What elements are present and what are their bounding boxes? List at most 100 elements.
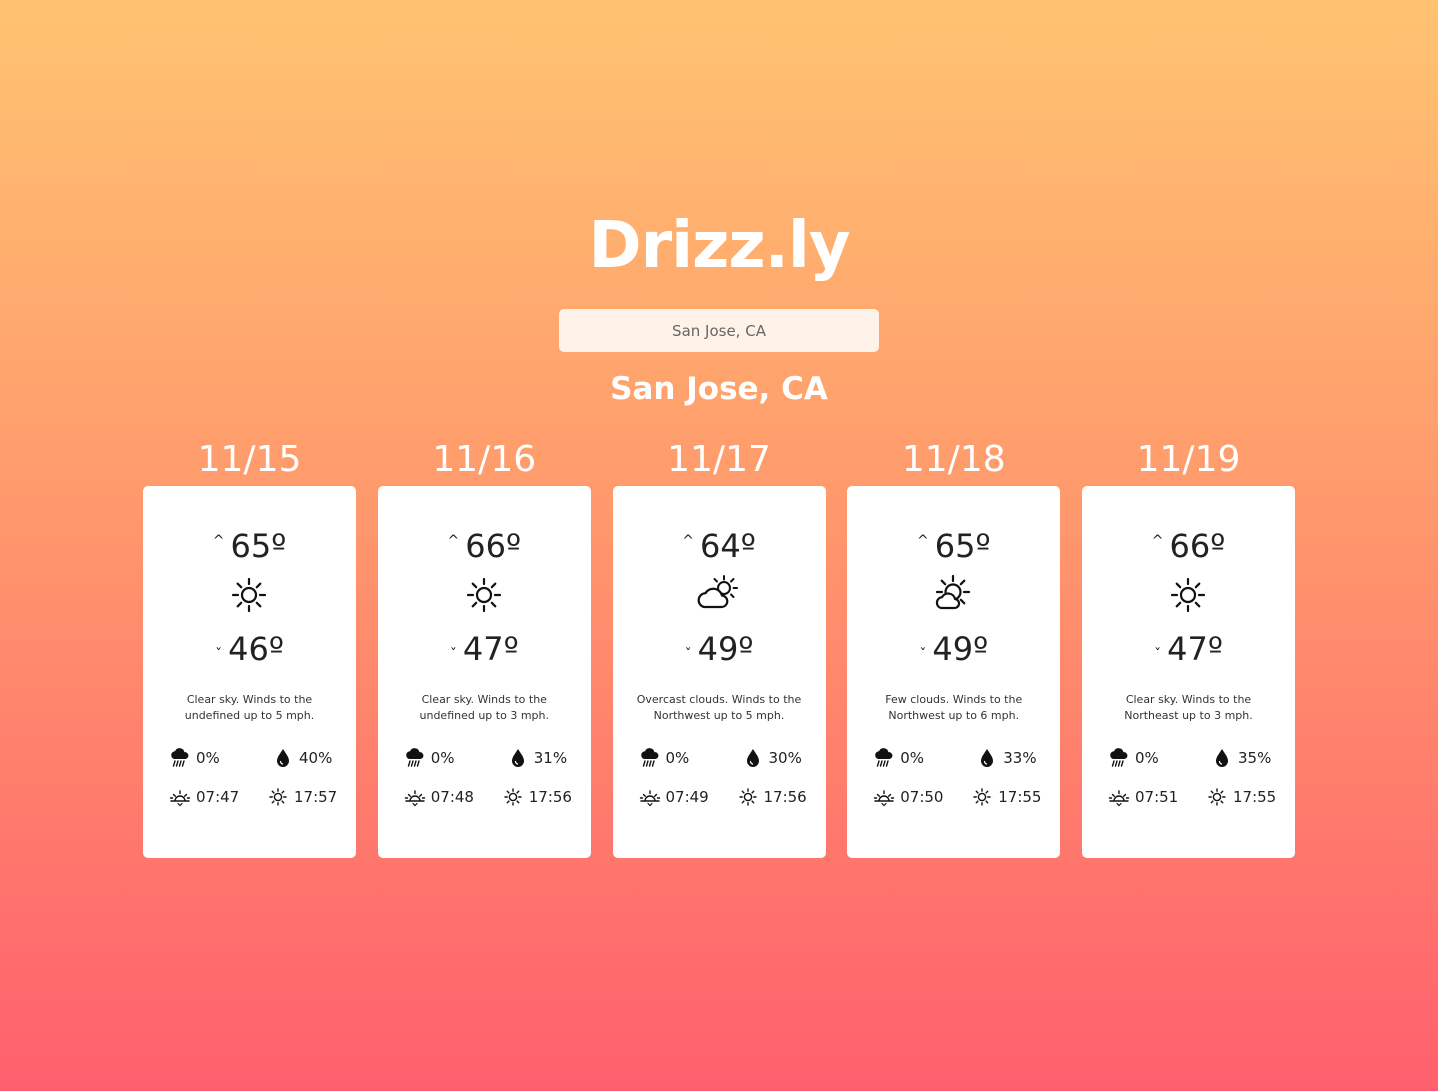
high-temp: 66º	[465, 527, 522, 565]
weather-description: Clear sky. Winds to the undefined up to …	[419, 693, 550, 722]
location-search-input[interactable]	[559, 309, 879, 352]
forecast-card: ^ 65º ˇ 46º Clear sky. Winds to the unde…	[143, 486, 356, 858]
humidity-value: 33%	[1003, 749, 1037, 767]
sunrise-time: 07:48	[430, 788, 474, 806]
rain-cloud-icon	[639, 747, 661, 769]
sunrise-icon	[404, 786, 426, 808]
forecast-card: ^ 66º ˇ 47º Clear sky. Winds to the unde…	[377, 486, 591, 858]
caret-up-icon: ^	[682, 533, 694, 549]
caret-up-icon: ^	[212, 533, 225, 549]
sunrise-stat: 07:48	[404, 786, 474, 808]
sunset-stat: 17:57	[267, 786, 337, 808]
water-drop-icon	[507, 747, 529, 769]
cloudy-sun-icon	[695, 574, 738, 614]
low-temp: 49º	[932, 630, 989, 668]
caret-up-icon: ^	[1151, 533, 1164, 549]
high-temp: 65º	[934, 527, 991, 565]
precipitation-stat: 0%	[639, 747, 690, 769]
caret-down-icon: ˇ	[919, 647, 927, 663]
sunrise-icon	[169, 786, 191, 808]
sun-icon	[1168, 575, 1208, 615]
sun-icon	[229, 575, 269, 615]
caret-down-icon: ˇ	[1154, 647, 1162, 663]
caret-down-icon: ˇ	[215, 647, 223, 663]
weather-description: Clear sky. Winds to the Northeast up to …	[1124, 693, 1253, 722]
high-temp-row: ^ 66º	[378, 526, 591, 566]
precipitation-value: 0%	[430, 749, 455, 767]
caret-up-icon: ^	[447, 533, 460, 549]
rain-cloud-icon	[873, 747, 895, 769]
water-drop-icon	[1211, 747, 1233, 769]
forecast-day: 11/18 ^ 65º ˇ 49º Few clouds. Winds to t…	[847, 438, 1061, 858]
partly-cloudy-icon	[931, 574, 971, 614]
humidity-value: 30%	[768, 749, 802, 767]
precipitation-value: 0%	[196, 749, 220, 767]
rain-cloud-icon	[169, 747, 191, 769]
humidity-stat: 30%	[742, 747, 802, 769]
sunrise-icon	[639, 786, 661, 808]
water-drop-icon	[272, 747, 294, 769]
humidity-value: 40%	[299, 749, 333, 767]
caret-down-icon: ˇ	[684, 647, 692, 663]
high-temp-row: ^ 64º	[613, 526, 826, 566]
sunrise-time: 07:50	[900, 788, 944, 806]
high-temp-row: ^ 65º	[847, 526, 1060, 566]
forecast-list: 11/15 ^ 65º ˇ 46º Clear sky. Winds to th…	[143, 438, 1295, 858]
weather-description: Few clouds. Winds to the Northwest up to…	[885, 693, 1023, 722]
sunrise-time: 07:47	[196, 788, 240, 806]
low-temp: 49º	[697, 630, 754, 668]
sun-icon	[464, 575, 504, 615]
low-temp-row: ˇ 46º	[143, 629, 356, 669]
forecast-card: ^ 66º ˇ 47º Clear sky. Winds to the Nort…	[1082, 486, 1295, 858]
sunset-time: 17:55	[1233, 788, 1277, 806]
humidity-stat: 33%	[976, 747, 1037, 769]
forecast-card: ^ 65º ˇ 49º Few clouds. Winds to the Nor…	[847, 486, 1061, 858]
forecast-date: 11/16	[432, 439, 537, 480]
precipitation-value: 0%	[1135, 749, 1159, 767]
rain-cloud-icon	[1108, 747, 1130, 769]
precipitation-stat: 0%	[169, 747, 220, 769]
humidity-stat: 35%	[1211, 747, 1271, 769]
humidity-stat: 31%	[507, 747, 567, 769]
app-title: Drizz.ly	[588, 209, 850, 283]
sunset-stat: 17:56	[737, 786, 807, 808]
forecast-date: 11/15	[197, 439, 302, 480]
low-temp-row: ˇ 47º	[1082, 629, 1295, 669]
low-temp-row: ˇ 49º	[613, 629, 826, 669]
sunset-time: 17:57	[294, 788, 338, 806]
forecast-day: 11/16 ^ 66º ˇ 47º Clear sky. Winds to th…	[377, 438, 591, 858]
sunset-icon	[971, 786, 993, 808]
sunset-stat: 17:55	[971, 786, 1041, 808]
humidity-value: 35%	[1238, 749, 1272, 767]
sunrise-icon	[873, 786, 895, 808]
sunrise-time: 07:51	[1135, 788, 1179, 806]
low-temp-row: ˇ 47º	[378, 629, 591, 669]
precipitation-value: 0%	[665, 749, 690, 767]
precipitation-stat: 0%	[404, 747, 455, 769]
caret-up-icon: ^	[916, 533, 929, 549]
sunset-time: 17:55	[998, 788, 1042, 806]
search-bar	[559, 309, 879, 352]
high-temp: 65º	[230, 527, 287, 565]
caret-down-icon: ˇ	[449, 647, 457, 663]
sunset-icon	[737, 786, 759, 808]
precipitation-value: 0%	[900, 749, 925, 767]
humidity-stat: 40%	[272, 747, 332, 769]
forecast-day: 11/15 ^ 65º ˇ 46º Clear sky. Winds to th…	[143, 438, 356, 858]
high-temp: 66º	[1169, 527, 1226, 565]
humidity-value: 31%	[533, 749, 568, 767]
weather-description: Overcast clouds. Winds to the Northwest …	[636, 693, 802, 722]
forecast-card: ^ 64º ˇ 49º Overcast clouds. Winds to th…	[612, 486, 826, 858]
forecast-date: 11/19	[1136, 439, 1241, 480]
sunrise-stat: 07:50	[873, 786, 943, 808]
location-heading: San Jose, CA	[610, 371, 828, 407]
high-temp-row: ^ 65º	[143, 526, 356, 566]
precipitation-stat: 0%	[873, 747, 924, 769]
sunrise-icon	[1108, 786, 1130, 808]
rain-cloud-icon	[404, 747, 426, 769]
forecast-day: 11/19 ^ 66º ˇ 47º Clear sky. Winds to th…	[1082, 438, 1295, 858]
sunrise-time: 07:49	[665, 788, 709, 806]
water-drop-icon	[742, 747, 764, 769]
sunrise-stat: 07:49	[639, 786, 709, 808]
sunset-time: 17:56	[763, 788, 807, 806]
